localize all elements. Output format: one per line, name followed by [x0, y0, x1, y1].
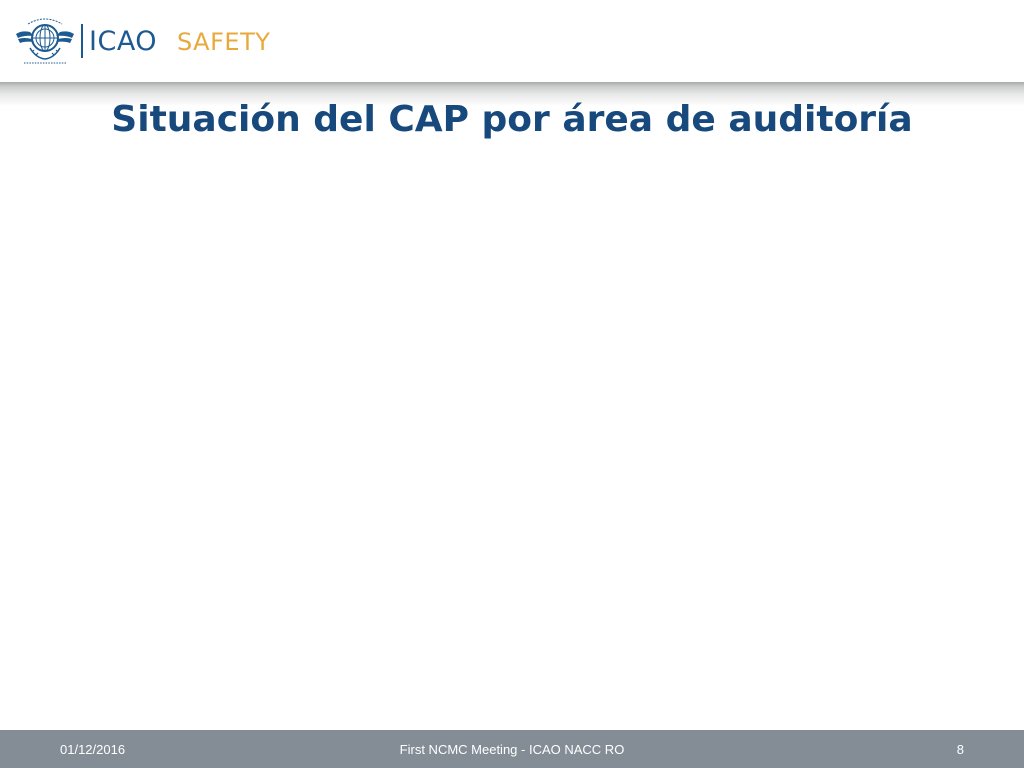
icao-emblem-icon: [16, 18, 74, 64]
logo-divider: [81, 24, 83, 58]
slide-header: ICAO SAFETY: [0, 0, 1024, 84]
slide-title: Situación del CAP por área de auditoría: [111, 99, 913, 140]
footer-meeting-text: First NCMC Meeting - ICAO NACC RO: [399, 742, 625, 757]
footer-page-number: 8: [956, 742, 964, 757]
slide-content-area: [0, 150, 1024, 728]
safety-brand-text: SAFETY: [177, 28, 271, 56]
slide-footer: 01/12/2016 First NCMC Meeting - ICAO NAC…: [0, 730, 1024, 768]
icao-logo-text: ICAO: [89, 26, 158, 57]
